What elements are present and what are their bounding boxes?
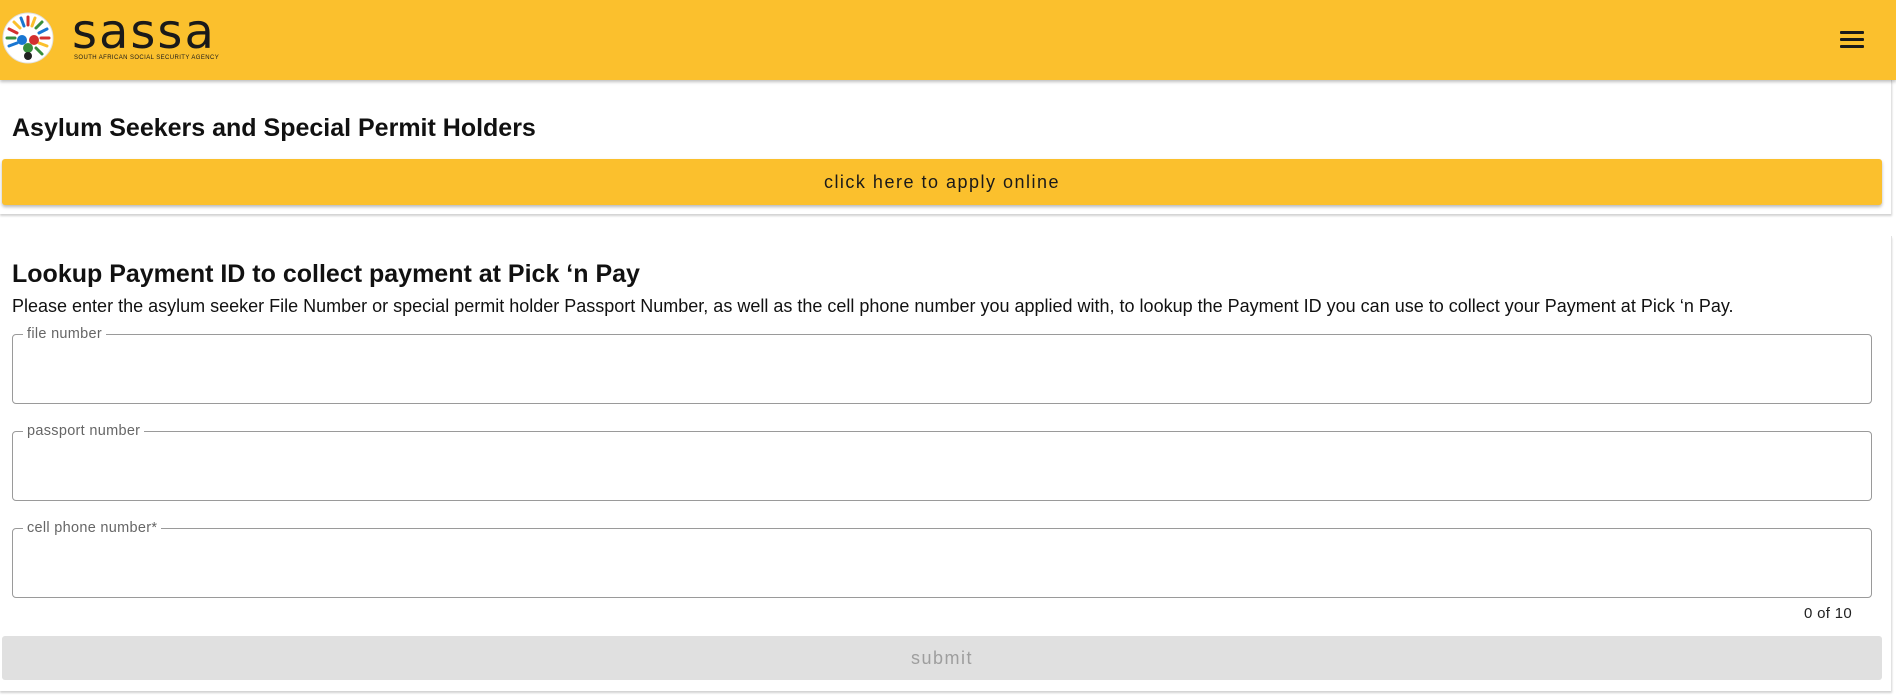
file-number-field: file number	[12, 326, 1872, 404]
file-number-label: file number	[23, 326, 107, 342]
cell-phone-number-field: cell phone number*	[12, 520, 1872, 598]
lookup-description: Please enter the asylum seeker File Numb…	[12, 296, 1734, 316]
cell-phone-char-counter: 0 of 10	[1804, 605, 1852, 622]
passport-number-input[interactable]	[25, 450, 1855, 486]
brand-tagline: SOUTH AFRICAN SOCIAL SECURITY AGENCY	[74, 55, 220, 61]
passport-number-label: passport number	[23, 423, 145, 439]
lookup-section-title: Lookup Payment ID to collect payment at …	[12, 260, 640, 288]
hamburger-menu-button[interactable]	[1838, 26, 1866, 52]
cell-phone-number-label: cell phone number*	[23, 520, 162, 536]
brand-name: sassa	[72, 4, 216, 60]
file-number-input[interactable]	[25, 353, 1855, 389]
apply-online-button[interactable]: click here to apply online	[2, 159, 1882, 205]
lookup-card: Lookup Payment ID to collect payment at …	[0, 236, 1892, 691]
brand: sassa SOUTH AFRICAN SOCIAL SECURITY AGEN…	[72, 6, 219, 61]
passport-number-field: passport number	[12, 423, 1872, 501]
sassa-logo-icon[interactable]	[2, 12, 54, 64]
apply-card: Asylum Seekers and Special Permit Holder…	[0, 80, 1892, 214]
apply-section-title: Asylum Seekers and Special Permit Holder…	[12, 114, 536, 142]
top-app-bar: sassa SOUTH AFRICAN SOCIAL SECURITY AGEN…	[0, 0, 1896, 80]
submit-button[interactable]: submit	[2, 636, 1882, 680]
cell-phone-number-input[interactable]	[25, 547, 1855, 583]
hamburger-menu-icon	[1838, 30, 1866, 48]
